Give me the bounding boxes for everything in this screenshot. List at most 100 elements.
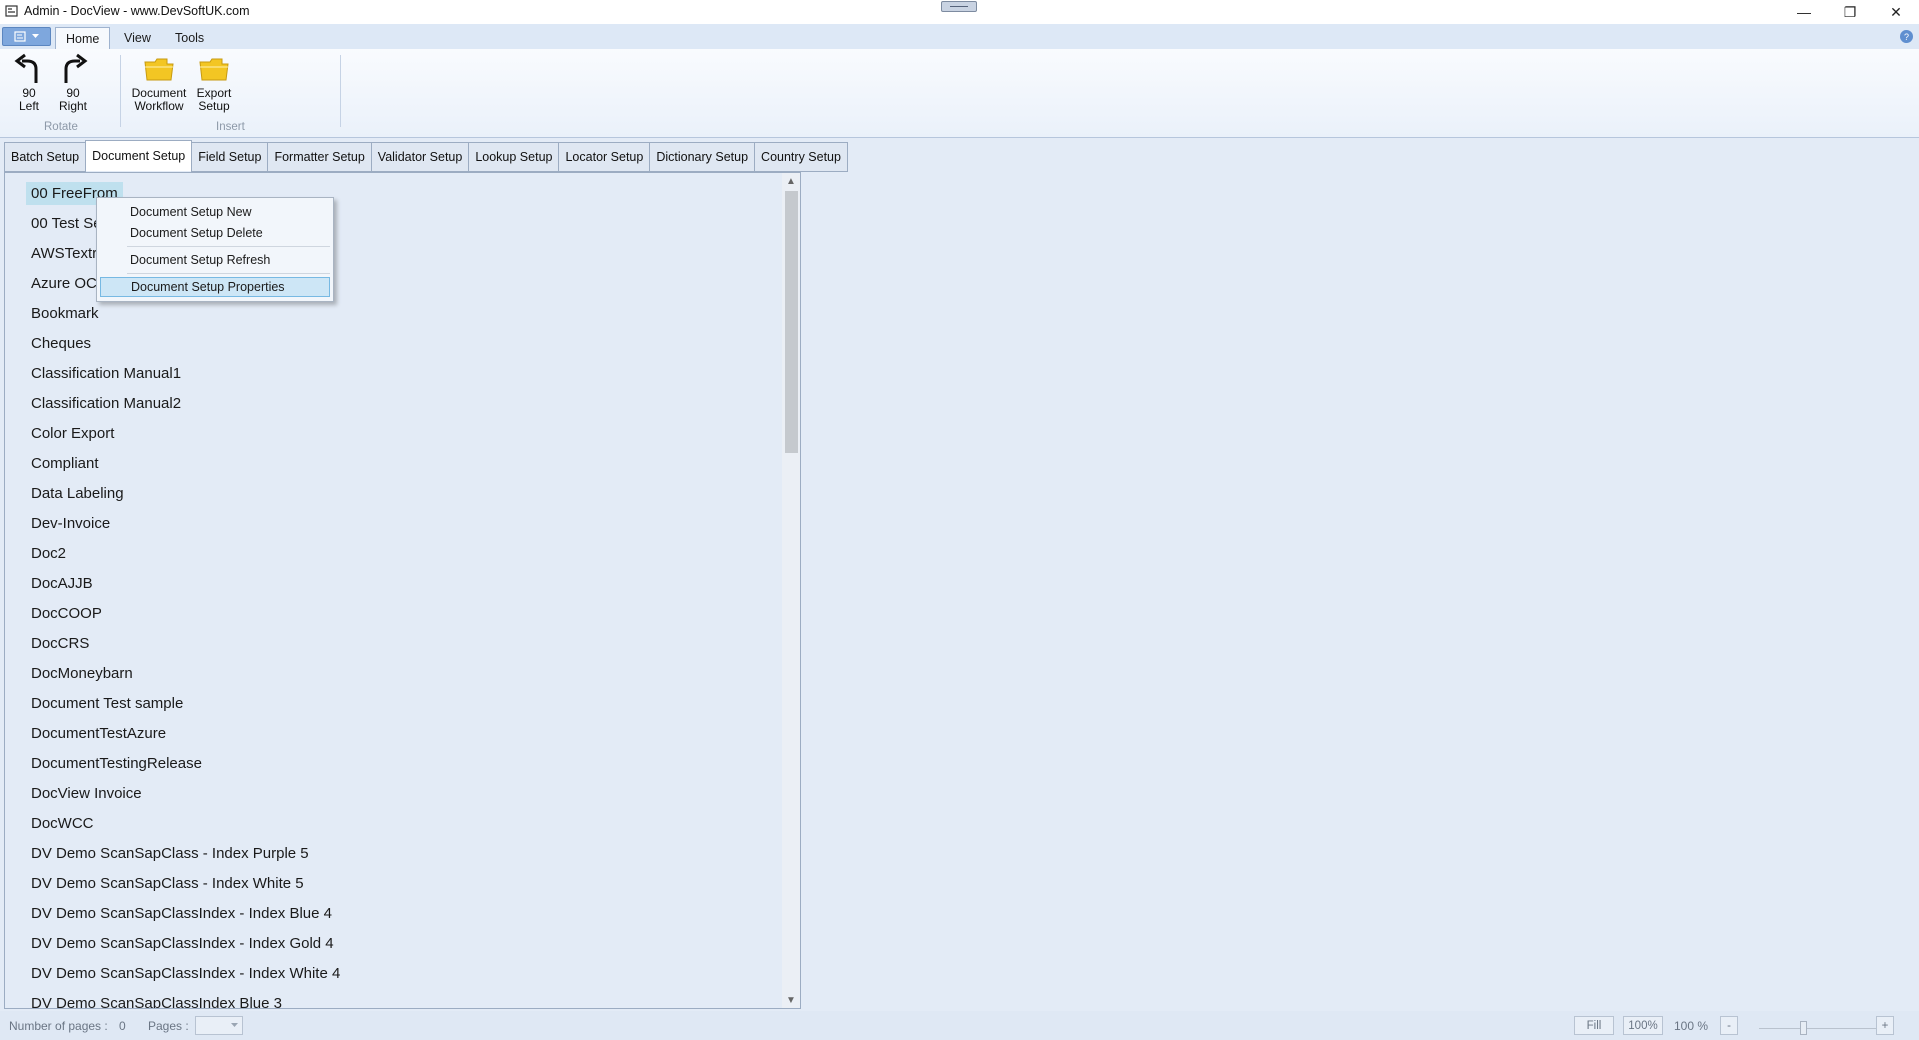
context-item-label: Document Setup Delete <box>130 226 263 240</box>
list-item[interactable]: DV Demo ScanSapClass - Index Purple 5 <box>5 839 782 869</box>
list-item-label: DV Demo ScanSapClass - Index Purple 5 <box>31 845 309 862</box>
app-icon[interactable] <box>5 4 19 18</box>
list-item-label: 00 Test Se <box>31 215 102 232</box>
list-item[interactable]: DocCRS <box>5 629 782 659</box>
tab-locator-setup[interactable]: Locator Setup <box>558 142 651 172</box>
tab-label: Batch Setup <box>11 150 80 164</box>
list-item[interactable]: DocumentTestAzure <box>5 719 782 749</box>
chevron-down-icon <box>32 34 39 38</box>
tab-label: Validator Setup <box>377 150 463 164</box>
restore-icon: ❐ <box>1843 3 1857 20</box>
list-item-label: DocAJJB <box>31 575 93 592</box>
list-item[interactable]: DocumentTestingRelease <box>5 749 782 779</box>
menu-tab-view[interactable]: View <box>114 27 161 49</box>
list-item-label: DV Demo ScanSapClassIndex - Index Blue 4 <box>31 905 332 922</box>
app-menu-icon <box>14 30 26 42</box>
context-menu: Document Setup New Document Setup Delete… <box>96 197 334 302</box>
tab-label: Field Setup <box>198 150 262 164</box>
restore-button[interactable]: ❐ <box>1827 0 1873 24</box>
list-item[interactable]: DV Demo ScanSapClass - Index White 5 <box>5 869 782 899</box>
pages-dropdown[interactable] <box>195 1016 243 1035</box>
scroll-up-icon[interactable]: ▲ <box>782 173 800 189</box>
tab-label: Formatter Setup <box>274 150 365 164</box>
list-item-label: Cheques <box>31 335 92 352</box>
context-separator <box>127 246 330 247</box>
document-workflow-button[interactable]: Document Workflow <box>129 51 189 113</box>
vertical-scrollbar[interactable]: ▲ ▼ <box>782 173 800 1008</box>
context-item-delete[interactable]: Document Setup Delete <box>100 223 330 243</box>
zoom-slider-track[interactable] <box>1759 1028 1881 1029</box>
zoom-100-button[interactable]: 100% <box>1623 1016 1663 1035</box>
context-item-label: Document Setup Refresh <box>130 253 271 267</box>
list-item[interactable]: Document Test sample <box>5 689 782 719</box>
list-item-label: DocCRS <box>31 635 90 652</box>
context-item-properties[interactable]: Document Setup Properties <box>100 277 330 297</box>
list-item-label: DV Demo ScanSapClass - Index White 5 <box>31 875 304 892</box>
tab-field-setup[interactable]: Field Setup <box>191 142 269 172</box>
rotate-left-button[interactable]: 90 Left <box>11 51 47 113</box>
list-item[interactable]: DV Demo ScanSapClassIndex Blue 3 <box>5 989 782 1008</box>
zoom-out-icon: - <box>1727 1019 1731 1032</box>
list-item[interactable]: DocWCC <box>5 809 782 839</box>
fill-button[interactable]: Fill <box>1574 1016 1614 1035</box>
help-icon[interactable]: ? <box>1900 30 1913 43</box>
list-item-label: Doc2 <box>31 545 67 562</box>
menu-tab-tools[interactable]: Tools <box>165 27 214 49</box>
list-item-label: DocMoneybarn <box>31 665 133 682</box>
list-item-label: DV Demo ScanSapClassIndex - Index Gold 4 <box>31 935 334 952</box>
button-label: Workflow <box>134 99 184 113</box>
folder-icon <box>142 51 176 87</box>
context-item-new[interactable]: Document Setup New <box>100 202 330 222</box>
setup-tabs: Batch Setup Document Setup Field Setup F… <box>4 140 848 172</box>
ribbon-separator <box>120 55 121 127</box>
menu-tab-home[interactable]: Home <box>55 27 111 49</box>
rotate-right-icon <box>56 51 90 87</box>
tab-dictionary-setup[interactable]: Dictionary Setup <box>649 142 756 172</box>
tab-document-setup[interactable]: Document Setup <box>85 140 193 171</box>
button-label: Setup <box>198 99 230 113</box>
context-item-label: Document Setup New <box>130 205 252 219</box>
minimize-button[interactable]: — <box>1781 0 1827 24</box>
list-item[interactable]: Doc2 <box>5 539 782 569</box>
list-item[interactable]: DV Demo ScanSapClassIndex - Index Gold 4 <box>5 929 782 959</box>
list-item[interactable]: DocMoneybarn <box>5 659 782 689</box>
list-item[interactable]: DV Demo ScanSapClassIndex - Index White … <box>5 959 782 989</box>
tab-lookup-setup[interactable]: Lookup Setup <box>468 142 560 172</box>
scroll-down-icon[interactable]: ▼ <box>782 992 800 1008</box>
list-item[interactable]: DocAJJB <box>5 569 782 599</box>
zoom-in-button[interactable]: + <box>1876 1016 1894 1035</box>
list-item-label: Classification Manual1 <box>31 365 182 382</box>
list-item-label: DocumentTestingRelease <box>31 755 202 772</box>
list-item[interactable]: Cheques <box>5 329 782 359</box>
pages-label: Pages : <box>148 1019 189 1033</box>
list-item[interactable]: Bookmark <box>5 299 782 329</box>
ribbon: 90 Left 90 Right Rotate Document Workflo… <box>0 49 1919 138</box>
rotate-right-button[interactable]: 90 Right <box>55 51 91 113</box>
minimize-icon: — <box>1797 4 1811 20</box>
tab-validator-setup[interactable]: Validator Setup <box>370 142 470 172</box>
list-item[interactable]: DV Demo ScanSapClassIndex - Index Blue 4 <box>5 899 782 929</box>
scrollbar-thumb[interactable] <box>785 191 798 453</box>
export-setup-button[interactable]: Export Setup <box>192 51 236 113</box>
button-label: Left <box>18 99 39 113</box>
quick-access-menu-button[interactable] <box>2 27 51 46</box>
list-item[interactable]: Classification Manual1 <box>5 359 782 389</box>
list-item[interactable]: Color Export <box>5 419 782 449</box>
context-item-refresh[interactable]: Document Setup Refresh <box>100 250 330 270</box>
rotate-left-icon <box>12 51 46 87</box>
tab-formatter-setup[interactable]: Formatter Setup <box>267 142 372 172</box>
collapse-grip-handle[interactable] <box>941 1 977 12</box>
tab-country-setup[interactable]: Country Setup <box>754 142 848 172</box>
zoom-out-button[interactable]: - <box>1720 1016 1738 1035</box>
list-item[interactable]: DocView Invoice <box>5 779 782 809</box>
list-item[interactable]: Dev-Invoice <box>5 509 782 539</box>
list-item[interactable]: Classification Manual2 <box>5 389 782 419</box>
tab-batch-setup[interactable]: Batch Setup <box>4 142 87 172</box>
close-button[interactable]: ✕ <box>1873 0 1919 24</box>
list-item[interactable]: Compliant <box>5 449 782 479</box>
list-item-label: Azure OC <box>31 275 97 292</box>
list-item[interactable]: DocCOOP <box>5 599 782 629</box>
zoom-slider-handle[interactable] <box>1800 1021 1807 1035</box>
list-item-label: DocCOOP <box>31 605 102 622</box>
list-item[interactable]: Data Labeling <box>5 479 782 509</box>
